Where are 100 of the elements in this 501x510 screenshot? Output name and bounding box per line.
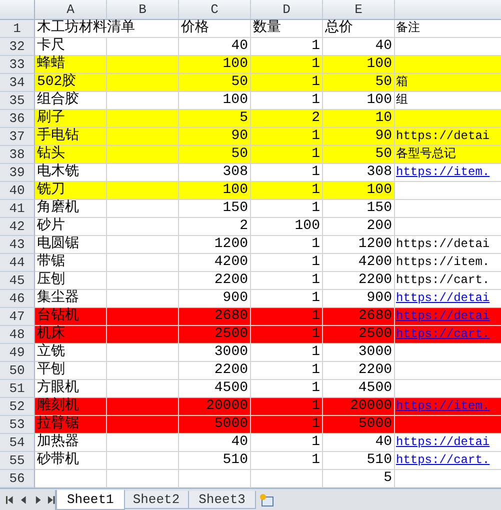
url-link[interactable]: https://cart. bbox=[395, 452, 501, 470]
table-cell: 1 bbox=[251, 182, 323, 200]
column-header[interactable]: B bbox=[107, 0, 179, 19]
empty-cell bbox=[107, 452, 179, 470]
sheet-title: 木工坊材料清单 bbox=[35, 20, 179, 38]
empty-cell bbox=[107, 434, 179, 452]
table-cell: 砂片 bbox=[35, 218, 107, 236]
row-header[interactable]: 46 bbox=[0, 290, 35, 308]
row-header[interactable]: 48 bbox=[0, 326, 35, 344]
row-header[interactable]: 44 bbox=[0, 254, 35, 272]
row-header[interactable]: 53 bbox=[0, 416, 35, 434]
table-cell: 1200 bbox=[179, 236, 251, 254]
column-header[interactable]: A bbox=[35, 0, 107, 19]
row-header[interactable]: 34 bbox=[0, 74, 35, 92]
empty-cell bbox=[107, 362, 179, 380]
row-header[interactable]: 35 bbox=[0, 92, 35, 110]
row-header[interactable]: 38 bbox=[0, 146, 35, 164]
empty-cell bbox=[107, 272, 179, 290]
row-header[interactable]: 1 bbox=[0, 20, 35, 38]
table-cell: 机床 bbox=[35, 326, 107, 344]
table-cell: https://detai bbox=[395, 236, 501, 254]
row-header[interactable]: 33 bbox=[0, 56, 35, 74]
table-cell: 200 bbox=[323, 218, 395, 236]
table-cell: 1 bbox=[251, 254, 323, 272]
empty-cell bbox=[107, 218, 179, 236]
table-cell: 钻头 bbox=[35, 146, 107, 164]
table-cell: 4200 bbox=[179, 254, 251, 272]
table-cell: 1 bbox=[251, 344, 323, 362]
table-cell: 带锯 bbox=[35, 254, 107, 272]
table-cell: 1 bbox=[251, 452, 323, 470]
table-cell: 50 bbox=[179, 74, 251, 92]
row-header[interactable]: 43 bbox=[0, 236, 35, 254]
next-sheet-icon[interactable] bbox=[34, 495, 42, 505]
table-cell: 2500 bbox=[179, 326, 251, 344]
table-cell: 1 bbox=[251, 200, 323, 218]
column-header[interactable]: D bbox=[251, 0, 323, 19]
table-cell: 510 bbox=[323, 452, 395, 470]
table-cell: https://detai bbox=[395, 128, 501, 146]
url-link[interactable]: https://item. bbox=[395, 164, 501, 182]
table-cell: 2 bbox=[179, 218, 251, 236]
table-cell: 平刨 bbox=[35, 362, 107, 380]
table-cell: 150 bbox=[323, 200, 395, 218]
table-cell: 备注 bbox=[395, 20, 501, 38]
table-cell: 电圆锯 bbox=[35, 236, 107, 254]
row-header[interactable]: 50 bbox=[0, 362, 35, 380]
table-cell: 价格 bbox=[179, 20, 251, 38]
row-header[interactable]: 41 bbox=[0, 200, 35, 218]
first-sheet-icon[interactable] bbox=[6, 495, 14, 505]
table-cell: 1 bbox=[251, 236, 323, 254]
row-header[interactable]: 32 bbox=[0, 38, 35, 56]
table-cell: 100 bbox=[323, 182, 395, 200]
table-cell: 砂带机 bbox=[35, 452, 107, 470]
table-cell: 1 bbox=[251, 272, 323, 290]
table-cell: 1 bbox=[251, 434, 323, 452]
table-cell: https://cart. bbox=[395, 272, 501, 290]
sheet-tab[interactable]: Sheet3 bbox=[188, 491, 256, 509]
row-header[interactable]: 51 bbox=[0, 380, 35, 398]
empty-cell bbox=[107, 344, 179, 362]
column-header[interactable]: C bbox=[179, 0, 251, 19]
table-cell: 1 bbox=[251, 146, 323, 164]
empty-cell bbox=[107, 254, 179, 272]
row-header[interactable]: 55 bbox=[0, 452, 35, 470]
previous-sheet-icon[interactable] bbox=[20, 495, 28, 505]
table-cell: 40 bbox=[323, 434, 395, 452]
table-cell: 5000 bbox=[179, 416, 251, 434]
row-header[interactable]: 37 bbox=[0, 128, 35, 146]
table-cell: 数量 bbox=[251, 20, 323, 38]
row-header[interactable]: 40 bbox=[0, 182, 35, 200]
table-cell: 1 bbox=[251, 362, 323, 380]
row-header[interactable]: 47 bbox=[0, 308, 35, 326]
empty-cell bbox=[107, 236, 179, 254]
row-header[interactable]: 42 bbox=[0, 218, 35, 236]
table-cell: 2200 bbox=[323, 362, 395, 380]
table-cell: 1 bbox=[251, 416, 323, 434]
row-header[interactable]: 56 bbox=[0, 470, 35, 488]
url-link[interactable]: https://detai bbox=[395, 434, 501, 452]
table-cell: 箱 bbox=[395, 74, 501, 92]
row-header[interactable]: 52 bbox=[0, 398, 35, 416]
last-sheet-icon[interactable] bbox=[47, 495, 55, 505]
table-cell: 50 bbox=[179, 146, 251, 164]
table-cell: 510 bbox=[179, 452, 251, 470]
row-header[interactable]: 39 bbox=[0, 164, 35, 182]
table-cell: 4200 bbox=[323, 254, 395, 272]
table-cell: 100 bbox=[179, 182, 251, 200]
row-header[interactable]: 49 bbox=[0, 344, 35, 362]
row-header[interactable]: 36 bbox=[0, 110, 35, 128]
table-cell: 100 bbox=[251, 218, 323, 236]
row-header[interactable]: 45 bbox=[0, 272, 35, 290]
table-cell: 502胶 bbox=[35, 74, 107, 92]
sheet-tab[interactable]: Sheet1 bbox=[56, 490, 125, 510]
table-cell: 40 bbox=[179, 434, 251, 452]
row-header[interactable]: 54 bbox=[0, 434, 35, 452]
insert-sheet-icon[interactable] bbox=[259, 493, 276, 507]
table-cell: 压刨 bbox=[35, 272, 107, 290]
column-header[interactable]: E bbox=[323, 0, 395, 19]
table-cell: 2200 bbox=[179, 362, 251, 380]
table-cell: https://item. bbox=[395, 254, 501, 272]
table-cell: 角磨机 bbox=[35, 200, 107, 218]
table-cell: 2200 bbox=[179, 272, 251, 290]
table-cell: 加热器 bbox=[35, 434, 107, 452]
